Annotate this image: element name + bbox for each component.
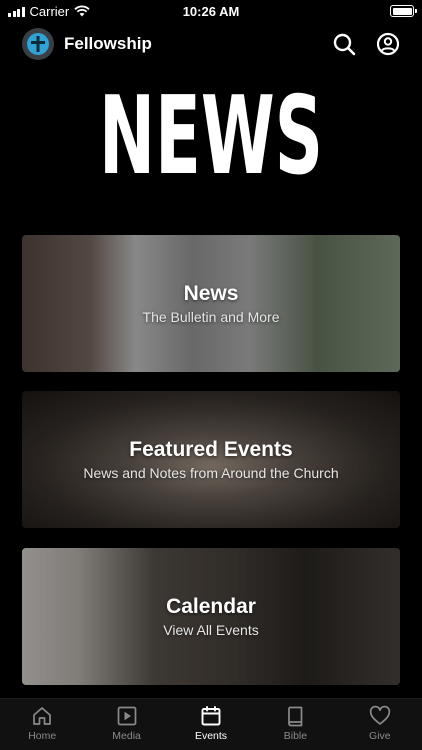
search-icon[interactable] — [332, 32, 356, 56]
card-subtitle: View All Events — [163, 622, 259, 638]
card-title: News — [183, 282, 239, 305]
tab-label: Give — [369, 730, 391, 742]
tab-events[interactable]: Events — [169, 699, 253, 750]
tab-bar: Home Media Events Bible Give — [0, 698, 422, 750]
header-actions — [332, 32, 400, 56]
fellowship-logo-icon — [27, 33, 49, 55]
page-title: NEWS — [99, 74, 323, 199]
card-title: Featured Events — [129, 438, 293, 461]
tab-label: Media — [112, 730, 141, 742]
wifi-icon — [74, 5, 90, 17]
book-icon — [288, 706, 303, 727]
tab-home[interactable]: Home — [0, 699, 84, 750]
signal-icon — [8, 6, 25, 17]
tab-give[interactable]: Give — [338, 699, 422, 750]
battery-icon — [390, 5, 417, 17]
app-header: Fellowship — [0, 25, 422, 63]
calendar-card[interactable]: Calendar View All Events — [22, 548, 400, 685]
play-icon — [117, 706, 136, 726]
app-logo[interactable] — [22, 28, 54, 60]
card-title: Calendar — [166, 595, 256, 618]
home-icon — [33, 707, 52, 725]
app-name: Fellowship — [64, 34, 152, 53]
battery-level — [392, 7, 412, 15]
heart-icon — [369, 705, 390, 725]
status-left: Carrier — [8, 4, 90, 19]
news-card[interactable]: News The Bulletin and More — [22, 235, 400, 372]
status-bar: Carrier 10:26 AM — [0, 0, 422, 22]
tab-label: Home — [28, 730, 57, 742]
carrier-label: Carrier — [29, 3, 70, 19]
tab-media[interactable]: Media — [84, 699, 168, 750]
card-subtitle: The Bulletin and More — [142, 309, 280, 325]
card-subtitle: News and Notes from Around the Church — [83, 465, 339, 481]
calendar-icon — [201, 706, 221, 726]
tab-label: Bible — [283, 730, 308, 742]
profile-icon[interactable] — [376, 32, 400, 56]
featured-events-card[interactable]: Featured Events News and Notes from Arou… — [22, 391, 400, 528]
tab-bible[interactable]: Bible — [253, 699, 337, 750]
tab-label: Events — [194, 730, 228, 742]
